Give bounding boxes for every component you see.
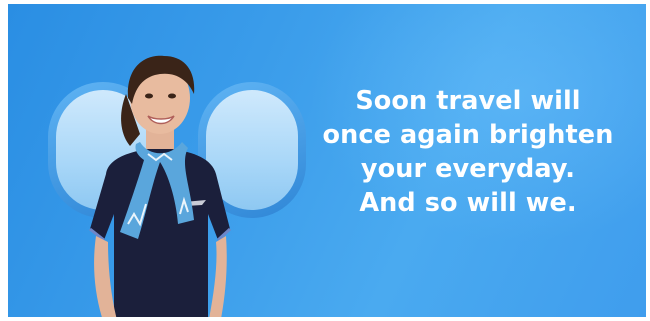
headline-line-1: Soon travel will — [355, 86, 581, 116]
right-eye — [168, 93, 176, 99]
right-arm — [209, 236, 227, 317]
headline-line-3: your everyday. — [360, 154, 576, 184]
ad-headline: Soon travel will once again brighten you… — [298, 84, 638, 220]
headline-line-4: And so will we. — [359, 188, 577, 218]
flight-attendant-illustration — [89, 55, 232, 317]
left-eye — [145, 93, 153, 99]
ad-banner: Soon travel will once again brighten you… — [8, 4, 646, 317]
headline-line-2: once again brighten — [322, 120, 614, 150]
